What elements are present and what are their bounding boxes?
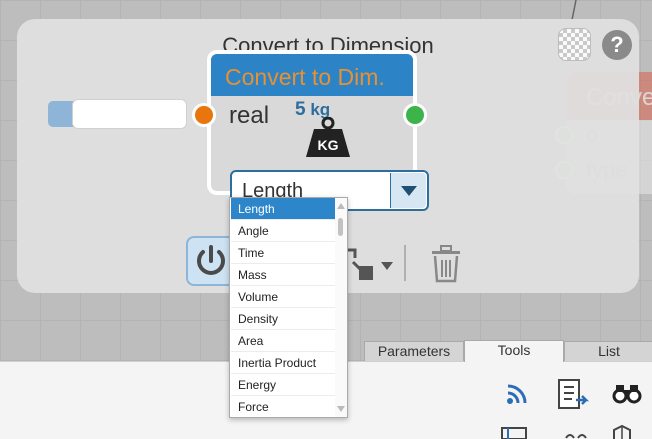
checklist-arrow-icon[interactable] xyxy=(556,378,590,410)
dropdown-option[interactable]: Volume xyxy=(231,286,335,308)
arrows-icon[interactable] xyxy=(564,430,588,439)
output-port[interactable] xyxy=(403,103,427,127)
scroll-thumb[interactable] xyxy=(338,218,343,236)
node-title: Convert to Dim. xyxy=(225,64,385,90)
dropdown-option[interactable]: Density xyxy=(231,308,335,330)
dropdown-option[interactable]: Force xyxy=(231,396,335,417)
node-header[interactable]: Convert to Dim. xyxy=(211,54,413,96)
scroll-up-icon[interactable] xyxy=(337,203,345,209)
dropdown-option[interactable]: Mass xyxy=(231,264,335,286)
binoculars-icon[interactable] xyxy=(612,382,642,404)
power-icon xyxy=(197,245,225,275)
dropdown-option[interactable]: Angle xyxy=(231,220,335,242)
dropdown-option[interactable]: Inertia Product xyxy=(231,352,335,374)
dropdown-option[interactable]: Length xyxy=(231,198,335,220)
toolbar-separator xyxy=(404,245,406,281)
panel-icon[interactable] xyxy=(500,425,530,439)
dropdown-option[interactable]: Area xyxy=(231,330,335,352)
checkerboard-icon[interactable] xyxy=(558,28,591,61)
connection-wire xyxy=(571,0,577,20)
package-icon[interactable] xyxy=(610,424,638,439)
dropdown-scrollbar[interactable] xyxy=(335,198,347,417)
slider-value-field[interactable] xyxy=(72,99,187,129)
input-port-label: real xyxy=(229,102,270,129)
question-mark-icon[interactable]: ? xyxy=(602,30,632,60)
tab-tools[interactable]: Tools xyxy=(464,340,564,362)
trash-icon[interactable] xyxy=(428,244,464,284)
dimension-dropdown-list[interactable]: Length Angle Time Mass Volume Density Area Iner… xyxy=(229,197,348,418)
scroll-down-icon[interactable] xyxy=(337,406,345,412)
chevron-down-icon[interactable] xyxy=(390,173,426,208)
weight-icon: KG xyxy=(306,117,350,157)
dropdown-option[interactable]: Energy xyxy=(231,374,335,396)
tab-list[interactable]: List xyxy=(564,341,652,361)
dropdown-option[interactable]: Time xyxy=(231,242,335,264)
tab-parameters[interactable]: Parameters xyxy=(364,341,464,361)
input-port[interactable] xyxy=(192,103,216,127)
rss-icon[interactable] xyxy=(505,382,529,406)
weight-icon-text: KG xyxy=(318,137,339,153)
convert-arrow-icon[interactable] xyxy=(343,244,397,282)
